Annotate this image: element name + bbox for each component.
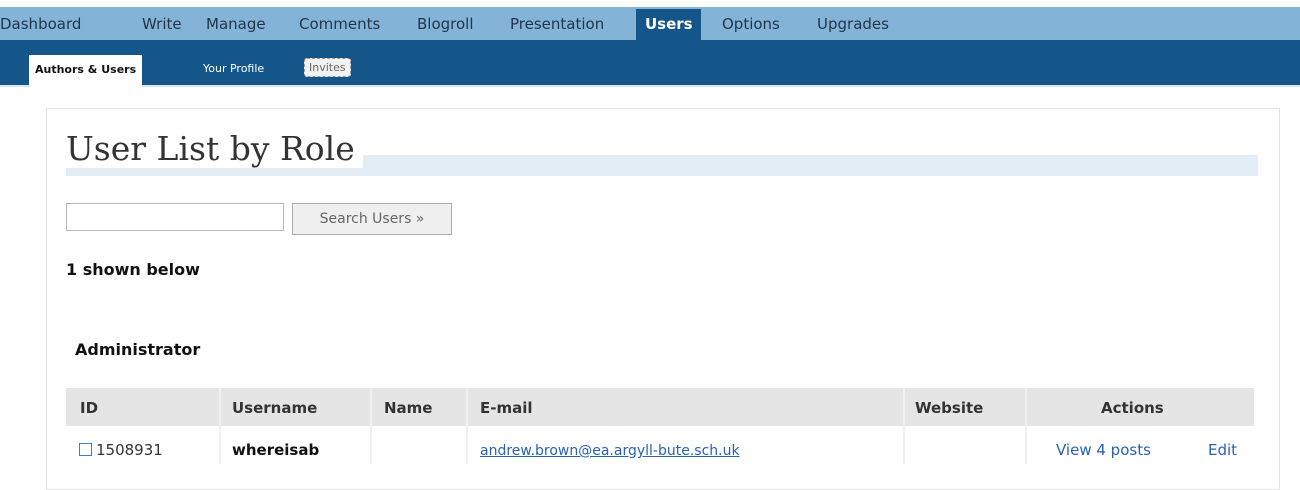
edit-link[interactable]: Edit — [1208, 441, 1237, 459]
cell-email: andrew.brown@ea.argyll-bute.sch.uk — [480, 441, 740, 459]
col-name[interactable]: Name — [384, 399, 432, 417]
nav-blogroll[interactable]: Blogroll — [417, 15, 474, 33]
result-count: 1 shown below — [66, 260, 200, 279]
tab-authors-users[interactable]: Authors & Users — [29, 55, 143, 87]
row-select-checkbox[interactable] — [79, 443, 92, 456]
col-id[interactable]: ID — [80, 399, 98, 417]
page-title: User List by Role — [66, 129, 363, 168]
cell-username: whereisab — [232, 441, 320, 459]
nav-upgrades[interactable]: Upgrades — [817, 15, 889, 33]
col-actions: Actions — [1101, 399, 1164, 417]
col-website[interactable]: Website — [915, 399, 983, 417]
search-users-button[interactable]: Search Users » — [292, 203, 452, 235]
col-email[interactable]: E-mail — [480, 399, 533, 417]
cell-view-posts: View 4 posts — [1056, 441, 1151, 459]
tab-invites[interactable]: Invites — [304, 58, 351, 77]
sub-navigation: Authors & Users Your Profile Invites — [0, 40, 1300, 87]
nav-manage[interactable]: Manage — [206, 15, 266, 33]
search-input[interactable] — [66, 203, 284, 231]
cell-id: 1508931 — [96, 441, 163, 459]
top-navigation: Dashboard Write Manage Comments Blogroll… — [0, 7, 1300, 40]
nav-dashboard[interactable]: Dashboard — [0, 15, 81, 33]
role-heading: Administrator — [75, 340, 201, 359]
tab-your-profile[interactable]: Your Profile — [203, 62, 264, 75]
nav-comments[interactable]: Comments — [299, 15, 380, 33]
nav-options[interactable]: Options — [722, 15, 780, 33]
email-link[interactable]: andrew.brown@ea.argyll-bute.sch.uk — [480, 443, 740, 459]
nav-write[interactable]: Write — [142, 15, 182, 33]
nav-users[interactable]: Users — [636, 9, 701, 40]
col-username[interactable]: Username — [232, 399, 317, 417]
view-posts-link[interactable]: View 4 posts — [1056, 441, 1151, 459]
nav-presentation[interactable]: Presentation — [510, 15, 604, 33]
cell-edit: Edit — [1208, 441, 1237, 459]
